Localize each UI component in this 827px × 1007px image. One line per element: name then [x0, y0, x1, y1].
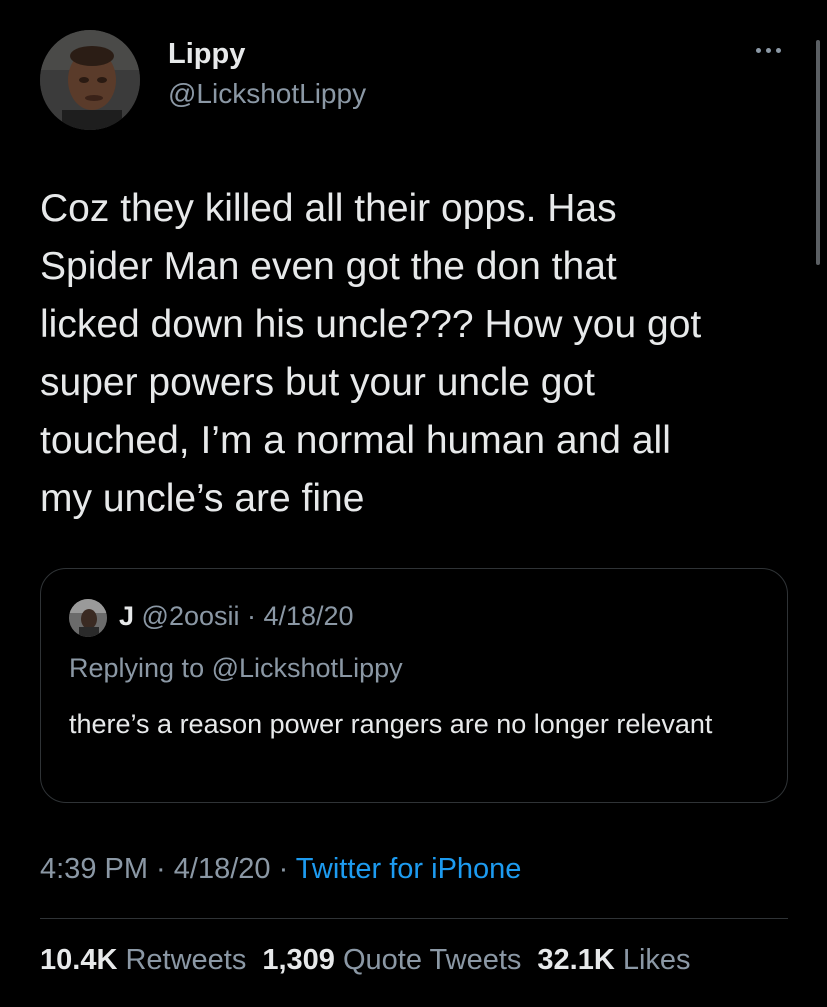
quoted-author-name: J: [119, 601, 135, 631]
likes-count: 32.1K: [537, 944, 615, 976]
likes-label: Likes: [622, 944, 691, 976]
quoted-author-avatar: [69, 599, 107, 637]
quoted-tweet-card[interactable]: J @2oosii · 4/18/20 Replying to @Licksho…: [40, 568, 788, 803]
replying-to-prefix: Replying to: [69, 653, 212, 683]
author-avatar[interactable]: [40, 30, 140, 130]
divider: [40, 918, 788, 919]
likes-stat[interactable]: 32.1K Likes: [537, 944, 690, 977]
replying-to-mention[interactable]: @LickshotLippy: [212, 653, 403, 683]
tweet-meta: 4:39 PM · 4/18/20 · Twitter for iPhone: [40, 853, 521, 886]
retweets-label: Retweets: [125, 944, 247, 976]
tweet-text: Coz they killed all their opps. Has Spid…: [40, 187, 702, 520]
tweet-timestamp[interactable]: 4:39 PM · 4/18/20 ·: [40, 853, 296, 885]
scrollbar-thumb[interactable]: [816, 40, 820, 265]
quote-tweets-stat[interactable]: 1,309 Quote Tweets: [262, 944, 521, 977]
more-horizontal-icon-dot: [765, 47, 771, 53]
quote-tweets-count: 1,309: [262, 944, 335, 976]
author-handle[interactable]: @LickshotLippy: [168, 78, 366, 110]
tweet-source-link[interactable]: Twitter for iPhone: [296, 853, 522, 885]
author-name[interactable]: Lippy: [168, 38, 245, 71]
replying-to-line: Replying to @LickshotLippy: [69, 653, 403, 684]
quoted-header: J @2oosii · 4/18/20: [119, 601, 354, 632]
quote-tweets-label: Quote Tweets: [342, 944, 522, 976]
more-horizontal-icon-dot: [775, 47, 781, 53]
engagement-stats: 10.4K Retweets 1,309 Quote Tweets 32.1K …: [40, 944, 691, 977]
more-options-button[interactable]: [750, 40, 786, 60]
retweets-count: 10.4K: [40, 944, 118, 976]
tweet-detail-page: Lippy @LickshotLippy Coz they killed all…: [0, 0, 827, 1007]
quoted-tweet-text: there’s a reason power rangers are no lo…: [69, 709, 713, 739]
retweets-stat[interactable]: 10.4K Retweets: [40, 944, 246, 977]
quoted-handle-date: @2oosii · 4/18/20: [134, 601, 354, 631]
more-horizontal-icon: [755, 47, 761, 53]
